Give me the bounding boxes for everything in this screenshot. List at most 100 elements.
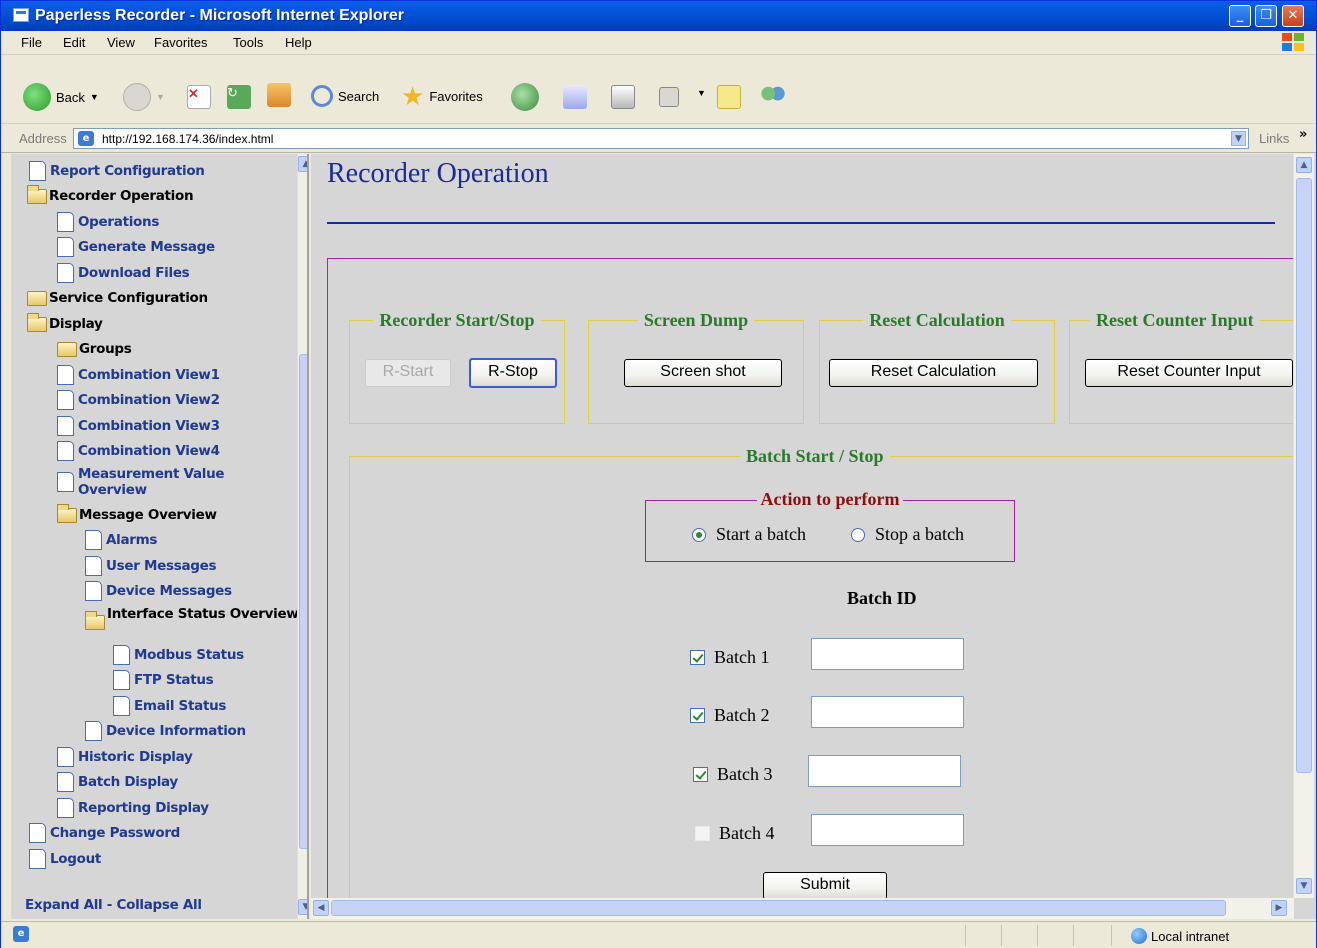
scroll-up-icon[interactable]: ▲ [298, 156, 307, 172]
nav-item-historic-display[interactable]: Historic Display [57, 746, 193, 768]
nav-item-email-status[interactable]: Email Status [113, 695, 226, 717]
history-icon[interactable] [511, 83, 539, 111]
address-dropdown-icon[interactable]: ▼ [1231, 131, 1246, 146]
nav-item-report-configuration[interactable]: Report Configuration [29, 160, 205, 182]
reset-calculation-button[interactable]: Reset Calculation [829, 359, 1038, 387]
r-start-button[interactable]: R-Start [365, 359, 451, 387]
print-icon[interactable] [611, 85, 635, 109]
batch-4-id-input[interactable] [811, 814, 964, 846]
nav-item-recorder-operation[interactable]: Recorder Operation [27, 184, 194, 207]
home-icon[interactable] [267, 83, 291, 107]
back-button[interactable]: Back ▼ [23, 83, 99, 111]
batch-1-checkbox[interactable]: Batch 1 [690, 647, 770, 668]
reset-counter-legend: Reset Counter Input [1096, 310, 1254, 330]
nav-item-combination-view1[interactable]: Combination View1 [57, 364, 220, 386]
nav-item-combination-view4[interactable]: Combination View4 [57, 440, 220, 462]
screen-dump-legend: Screen Dump [643, 310, 749, 330]
page-icon [29, 161, 46, 181]
nav-label: Combination View1 [78, 367, 220, 383]
search-label: Search [338, 88, 380, 104]
favorites-button[interactable]: ★ Favorites [401, 83, 483, 109]
nav-label: Display [49, 316, 103, 332]
page-icon [57, 747, 74, 767]
screen-shot-button[interactable]: Screen shot [624, 359, 782, 387]
nav-label: Modbus Status [134, 647, 244, 663]
nav-label: Interface Status Overview [107, 606, 299, 622]
nav-item-device-information[interactable]: Device Information [85, 720, 246, 742]
nav-item-modbus-status[interactable]: Modbus Status [113, 644, 244, 666]
stop-icon[interactable]: ✕ [187, 85, 211, 109]
menu-favorites[interactable]: Favorites [154, 35, 207, 50]
links-chevron-icon[interactable]: » [1299, 127, 1307, 142]
scroll-down-icon[interactable]: ▼ [1296, 878, 1312, 894]
scroll-down-icon[interactable]: ▼ [298, 899, 307, 915]
nav-item-download-files[interactable]: Download Files [57, 262, 190, 284]
nav-item-generate-message[interactable]: Generate Message [57, 236, 215, 258]
menu-file[interactable]: File [21, 35, 42, 50]
nav-item-user-messages[interactable]: User Messages [85, 555, 217, 577]
nav-item-measurement-value-overview[interactable]: Measurement Value Overview [57, 466, 278, 500]
nav-item-batch-display[interactable]: Batch Display [57, 771, 178, 793]
forward-button[interactable]: ▼ [123, 83, 165, 111]
content-vertical-scrollbar[interactable]: ▲ ▼ [1293, 154, 1314, 898]
scrollbar-thumb[interactable] [331, 900, 1226, 916]
scroll-right-icon[interactable]: ▶ [1271, 900, 1287, 916]
menu-view[interactable]: View [107, 35, 135, 50]
maximize-button[interactable]: ❐ [1255, 5, 1277, 27]
scrollbar-thumb[interactable] [299, 354, 307, 849]
nav-label: Alarms [106, 532, 158, 548]
close-button[interactable]: ✕ [1282, 5, 1304, 27]
refresh-icon[interactable]: ↻ [227, 85, 251, 109]
nav-label: User Messages [106, 558, 217, 574]
reset-counter-button[interactable]: Reset Counter Input [1085, 359, 1293, 387]
edit-icon[interactable] [659, 87, 679, 107]
menu-edit[interactable]: Edit [63, 35, 85, 50]
stop-batch-radio[interactable]: Stop a batch [851, 524, 964, 545]
batch-2-id-input[interactable] [811, 696, 964, 728]
nav-item-interface-status-overview[interactable]: Interface Status Overview [85, 606, 307, 640]
address-input[interactable]: e http://192.168.174.36/index.html ▼ [73, 128, 1249, 149]
nav-scrollbar[interactable]: ▲ ▼ [297, 154, 307, 919]
batch-3-id-input[interactable] [808, 755, 961, 787]
nav-item-alarms[interactable]: Alarms [85, 529, 157, 551]
r-stop-button[interactable]: R-Stop [469, 358, 557, 388]
batch-1-id-input[interactable] [811, 638, 964, 670]
scroll-up-icon[interactable]: ▲ [1296, 157, 1312, 173]
address-bar: Address e http://192.168.174.36/index.ht… [1, 125, 1316, 153]
dropdown-arrow-icon: ▼ [89, 92, 99, 102]
batch-3-checkbox[interactable]: Batch 3 [693, 764, 773, 785]
messenger-icon[interactable] [761, 84, 785, 108]
title-divider [327, 222, 1275, 224]
expand-collapse-all-link[interactable]: Expand All - Collapse All [25, 894, 202, 916]
submit-button[interactable]: Submit [763, 872, 887, 900]
nav-item-operations[interactable]: Operations [57, 211, 159, 233]
content-horizontal-scrollbar[interactable]: ◀ ▶ [311, 898, 1294, 919]
start-batch-radio[interactable]: Start a batch [692, 524, 806, 545]
nav-item-combination-view2[interactable]: Combination View2 [57, 389, 220, 411]
search-button[interactable]: Search [311, 85, 379, 107]
title-bar: Paperless Recorder - Microsoft Internet … [1, 1, 1316, 31]
nav-item-service-configuration[interactable]: Service Configuration [27, 287, 208, 309]
nav-item-device-messages[interactable]: Device Messages [85, 580, 232, 602]
batch-4-checkbox[interactable]: Batch 4 [695, 823, 775, 844]
nav-item-combination-view3[interactable]: Combination View3 [57, 415, 220, 437]
mail-icon[interactable] [563, 85, 587, 109]
dropdown-arrow-icon[interactable]: ▼ [697, 88, 706, 98]
nav-item-message-overview[interactable]: Message Overview [57, 503, 217, 526]
nav-item-change-password[interactable]: Change Password [29, 822, 180, 844]
minimize-button[interactable]: _ [1229, 5, 1251, 27]
discuss-icon[interactable] [717, 85, 741, 109]
nav-label: Service Configuration [49, 290, 208, 306]
links-label[interactable]: Links [1259, 131, 1289, 146]
menu-help[interactable]: Help [285, 35, 312, 50]
nav-item-display[interactable]: Display [27, 312, 103, 335]
batch-2-checkbox[interactable]: Batch 2 [690, 705, 770, 726]
scroll-left-icon[interactable]: ◀ [313, 900, 329, 916]
nav-item-reporting-display[interactable]: Reporting Display [57, 797, 209, 819]
nav-item-ftp-status[interactable]: FTP Status [113, 669, 214, 691]
nav-item-logout[interactable]: Logout [29, 848, 101, 870]
nav-item-groups[interactable]: Groups [57, 338, 132, 360]
address-url: http://192.168.174.36/index.html [102, 132, 274, 146]
scrollbar-thumb[interactable] [1296, 178, 1312, 773]
menu-tools[interactable]: Tools [233, 35, 263, 50]
